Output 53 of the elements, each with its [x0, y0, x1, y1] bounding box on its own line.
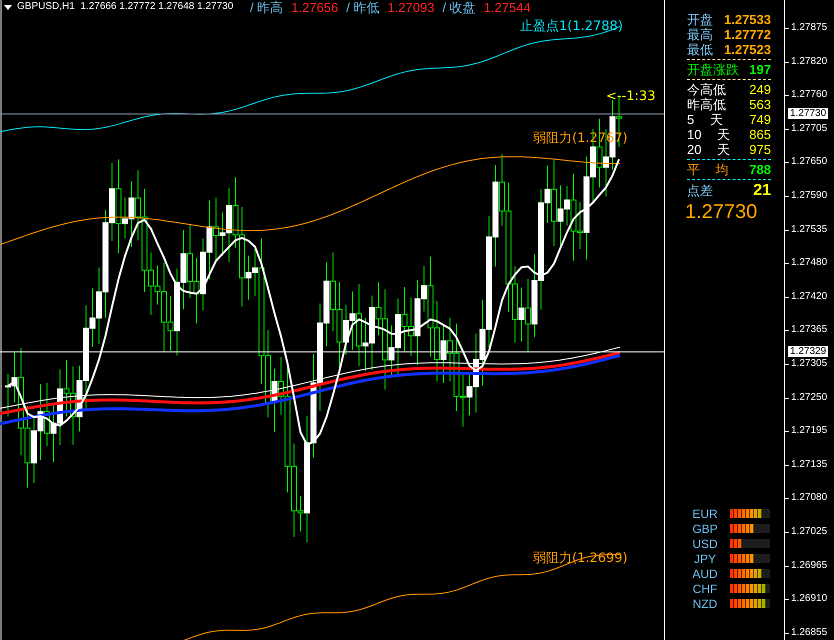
axis-label: 1.27705 — [791, 122, 828, 135]
stat-label: 5 天 — [687, 111, 723, 128]
stat-label: 昨高低 — [687, 96, 726, 114]
axis-label: 1.27080 — [791, 492, 828, 504]
currency-label: JPY — [692, 550, 717, 568]
stat-value: 21 — [753, 181, 771, 201]
stat-label: 10 天 — [687, 126, 730, 144]
axis-label: 1.27650 — [791, 156, 828, 168]
ratio-label: <--1:33 — [606, 89, 656, 104]
axis-label: 1.26855 — [791, 626, 828, 639]
currency-label: NZD — [692, 596, 718, 612]
stat-value: 197 — [749, 60, 771, 79]
axis-label: 1.27760 — [791, 89, 828, 102]
stat-value: 1.27544 — [484, 0, 531, 16]
price-tag: 1.27730 — [788, 108, 828, 119]
axis-label: 1.27305 — [791, 358, 828, 370]
stat-label: 20 天 — [687, 140, 730, 159]
take-profit-label: 止盈点1(1.2788) — [520, 19, 623, 34]
stat-value: 788 — [749, 160, 771, 179]
stat-label: 开盘 — [687, 10, 713, 28]
stat-label: 最高 — [687, 26, 713, 44]
axis-label: 1.27480 — [791, 257, 828, 270]
axis-label: 1.27535 — [791, 224, 828, 236]
stat-label: 点差 — [687, 182, 713, 200]
currency-label: USD — [691, 536, 719, 552]
axis-label: 1.27025 — [791, 526, 828, 538]
currency-label: AUD — [691, 566, 719, 582]
currency-label: GBP — [691, 520, 719, 538]
stat-label: / 昨低 — [346, 0, 380, 16]
dropdown-icon[interactable] — [4, 4, 12, 10]
stat-value: 1.27656 — [291, 0, 338, 16]
stat-label: 开盘涨跌 — [687, 60, 739, 79]
axis-label: 1.26965 — [791, 560, 828, 572]
axis-label: 1.27590 — [791, 190, 828, 202]
axis-label: 1.27135 — [791, 458, 828, 471]
axis-label: 1.27365 — [791, 324, 828, 336]
current-price: 1.27730 — [684, 200, 758, 224]
axis-label: 1.27250 — [791, 392, 828, 404]
axis-label: 1.27875 — [791, 22, 828, 34]
axis-label: 1.27195 — [791, 425, 828, 438]
symbol-quote-text: GBPUSD,H1 1.27666 1.27772 1.27648 1.27730 — [17, 1, 234, 13]
axis-label: 1.26910 — [791, 593, 828, 606]
axis-label: 1.27820 — [791, 56, 828, 68]
currency-label: CHF — [692, 580, 718, 598]
stat-label: 平 均 — [687, 160, 729, 179]
price-tag: 1.27329 — [788, 346, 828, 357]
stat-label: / 收盘 — [442, 0, 476, 16]
stat-label: / 昨高 — [250, 0, 284, 16]
axis-label: 1.27420 — [791, 290, 828, 303]
stat-label: 今高低 — [687, 80, 726, 98]
stat-label: 最低 — [687, 41, 713, 59]
stat-value: 1.27093 — [387, 0, 434, 16]
currency-label: EUR — [691, 506, 719, 522]
